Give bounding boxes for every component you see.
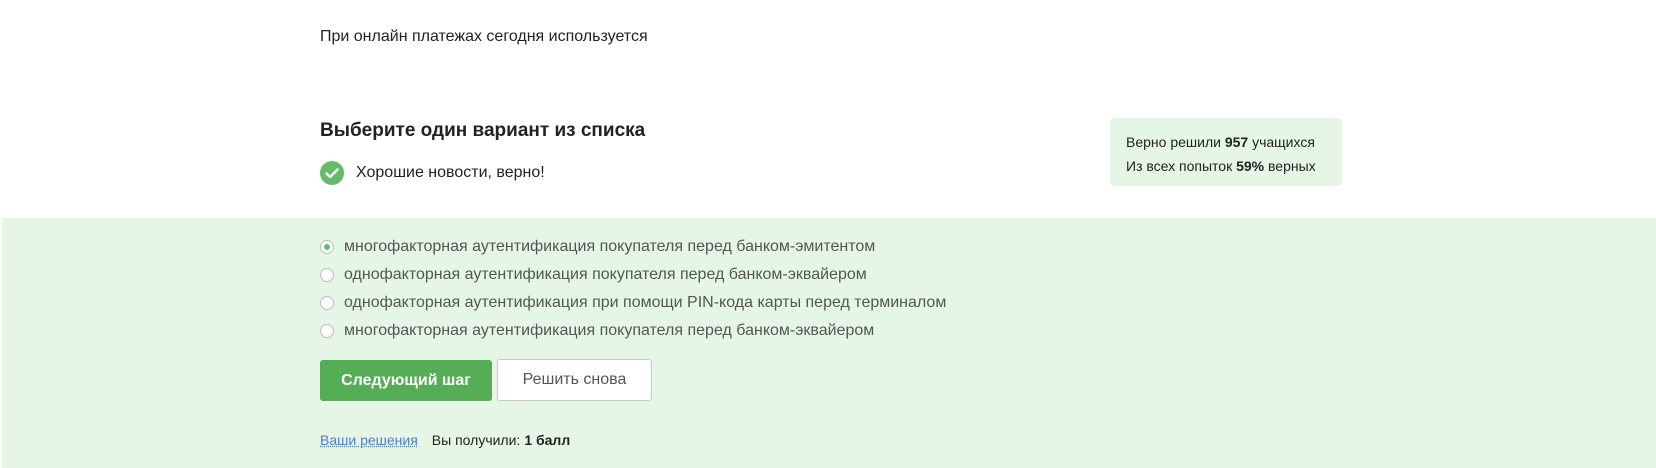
solve-again-button[interactable]: Решить снова bbox=[497, 359, 652, 401]
your-solutions-link[interactable]: Ваши решения bbox=[320, 432, 418, 448]
option-label: однофакторная аутентификация покупателя … bbox=[344, 266, 867, 283]
question-text: При онлайн платежах сегодня используется bbox=[320, 28, 648, 45]
option-label: многофакторная аутентификация покупателя… bbox=[344, 322, 875, 339]
radio-icon[interactable] bbox=[320, 268, 334, 282]
step-page: При онлайн платежах сегодня используется… bbox=[0, 0, 1656, 468]
attempts-percent: 59% bbox=[1236, 158, 1265, 174]
stats-box: Верно решили 957 учащихся Из всех попыто… bbox=[1110, 118, 1342, 186]
task-title: Выберите один вариант из списка bbox=[320, 120, 646, 141]
score-label: Вы получили: bbox=[431, 432, 521, 448]
check-circle-icon bbox=[320, 161, 344, 185]
stats-attempts: Из всех попыток 59% верных bbox=[1126, 158, 1316, 174]
option-label: однофакторная аутентификация при помощи … bbox=[344, 294, 947, 311]
radio-selected-dot bbox=[324, 244, 330, 250]
result-message: Хорошие новости, верно! bbox=[356, 164, 545, 181]
option-label: многофакторная аутентификация покупателя… bbox=[344, 238, 876, 255]
footer-line: Ваши решения Вы получили: 1 балл bbox=[320, 432, 570, 448]
option-3[interactable]: однофакторная аутентификация при помощи … bbox=[320, 289, 946, 317]
radio-icon[interactable] bbox=[320, 324, 334, 338]
next-step-button[interactable]: Следующий шаг bbox=[320, 360, 492, 401]
result-feedback: Хорошие новости, верно! bbox=[320, 161, 545, 185]
radio-icon[interactable] bbox=[320, 240, 334, 254]
option-2[interactable]: однофакторная аутентификация покупателя … bbox=[320, 261, 946, 289]
option-4[interactable]: многофакторная аутентификация покупателя… bbox=[320, 317, 946, 345]
solved-count: 957 bbox=[1224, 134, 1249, 150]
option-1[interactable]: многофакторная аутентификация покупателя… bbox=[320, 233, 946, 261]
score-value: 1 балл bbox=[524, 432, 571, 448]
stats-solved: Верно решили 957 учащихся bbox=[1126, 134, 1315, 150]
radio-icon[interactable] bbox=[320, 296, 334, 310]
options-list: многофакторная аутентификация покупателя… bbox=[320, 233, 946, 345]
